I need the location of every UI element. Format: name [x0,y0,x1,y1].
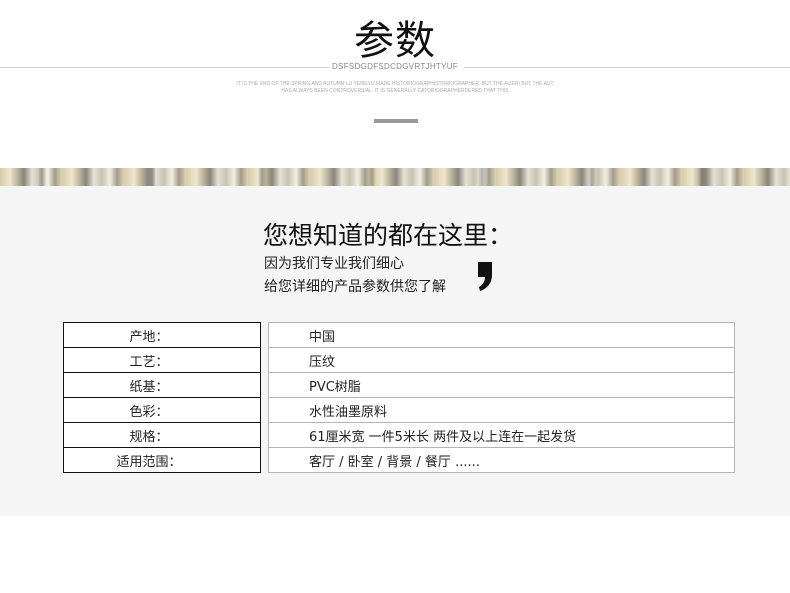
small-caption-2: HAS ALWAYS BEEN CONTROVERSIAL. IT IS GEN… [281,88,509,94]
intro-line-2: 给您详细的产品参数供您了解 [264,279,446,295]
spec-key: 产地： [63,322,261,348]
spec-gap [261,348,268,373]
spec-gap [261,322,268,348]
header-section: 参数 DSFSDGDFSDCDGVRTJHTYUF IT IS THE END … [0,0,790,168]
spec-gap [261,398,268,423]
spec-row: 色彩： 水性油墨原料 [63,398,735,423]
spec-value: 压纹 [268,348,735,373]
page-title: 参数 [354,18,436,64]
intro-headline: 您想知道的都在这里： [263,221,514,250]
spec-value: 客厅 / 卧室 / 背景 / 餐厅 ...... [268,448,735,473]
spec-row: 工艺： 压纹 [63,348,735,373]
spec-key: 色彩： [63,398,261,423]
spec-row: 产地： 中国 [63,322,735,348]
spec-key: 工艺： [63,348,261,373]
spec-key: 纸基： [63,373,261,398]
spec-value: 中国 [268,322,735,348]
spec-row: 纸基： PVC树脂 [63,373,735,398]
spec-key: 规格： [63,423,261,448]
accent-bar [374,119,418,123]
page-subtitle: DSFSDGDFSDCDGVRTJHTYUF [331,62,458,71]
spec-value: 水性油墨原料 [268,398,735,423]
intro-line-1: 因为我们专业我们细心 [264,256,404,272]
spec-table: 产地： 中国 工艺： 压纹 纸基： PVC树脂 色彩： 水性油墨原料 规格： 61厘米宽 一件5米… [63,322,735,473]
small-caption-1: IT IS THE END OF THE SPRING AND AUTUMN L… [236,81,554,87]
spec-row: 规格： 61厘米宽 一件5米长 两件及以上连在一起发货 [63,423,735,448]
spec-gap [261,373,268,398]
spec-gap [261,448,268,473]
spec-value: PVC树脂 [268,373,735,398]
comma-quote-icon [478,262,492,291]
wallpaper-roll-shadows [0,168,790,186]
spec-gap [261,423,268,448]
spec-key: 适用范围： [63,448,261,473]
spec-value: 61厘米宽 一件5米长 两件及以上连在一起发货 [268,423,735,448]
spec-row: 适用范围： 客厅 / 卧室 / 背景 / 餐厅 ...... [63,448,735,473]
